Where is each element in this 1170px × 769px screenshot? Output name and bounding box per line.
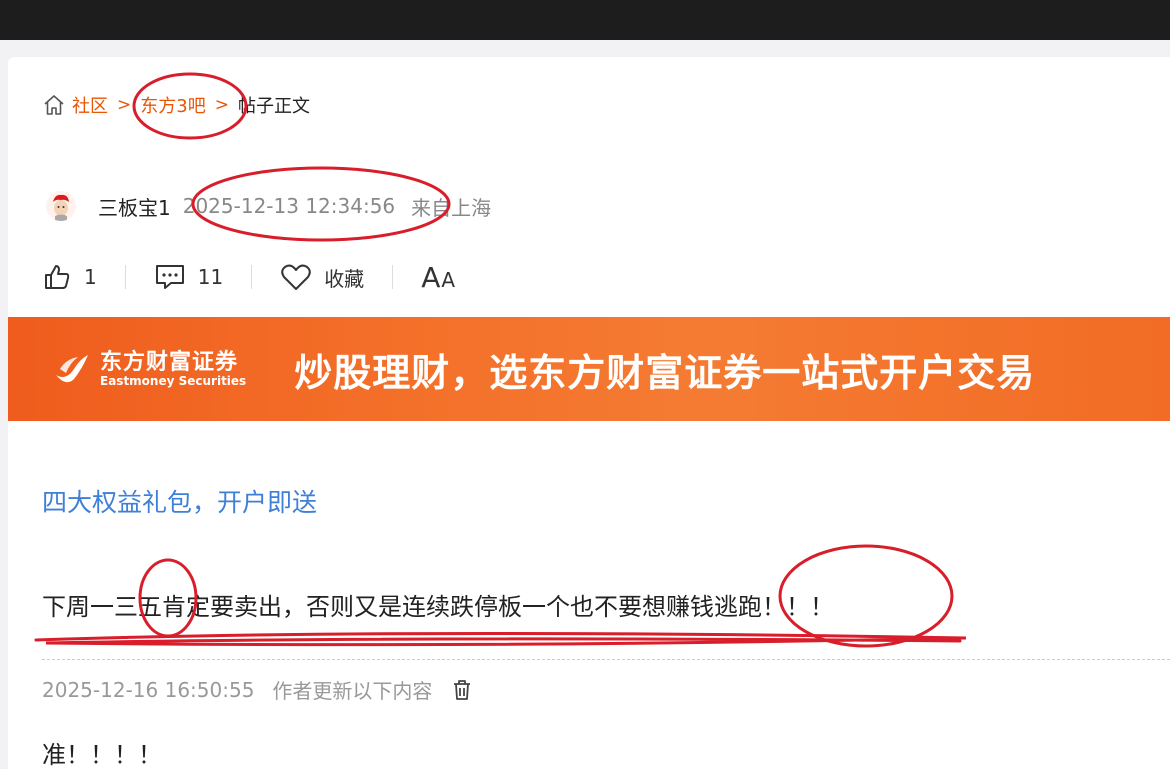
thumbs-up-icon <box>45 265 70 289</box>
avatar[interactable] <box>46 191 76 221</box>
font-size-small-label: A <box>441 267 457 292</box>
trash-icon[interactable] <box>452 679 472 701</box>
breadcrumb-current: 帖子正文 <box>237 96 310 117</box>
comment-button[interactable]: 11 <box>154 262 223 292</box>
breadcrumb: 社区 > 东方3吧 > 帖子正文 <box>42 93 310 117</box>
update-header: 2025-12-16 16:50:55 作者更新以下内容 <box>42 675 472 704</box>
top-bar <box>0 0 1170 40</box>
update-label: 作者更新以下内容 <box>272 679 433 703</box>
breadcrumb-separator: > <box>214 95 229 115</box>
post-body: 下周一三五肯定要卖出，否则又是连续跌停板一个也不要想赚钱逃跑！！！ <box>42 593 834 621</box>
update-text: 准！！！！ <box>42 741 162 769</box>
breadcrumb-separator: > <box>117 95 132 115</box>
update-time: 2025-12-16 16:50:55 <box>42 677 255 702</box>
banner-logo: 东方财富证券 Eastmoney Securities <box>52 349 246 389</box>
font-size-toggle[interactable]: AA <box>421 261 456 294</box>
divider <box>392 265 394 289</box>
favorite-label: 收藏 <box>324 266 365 291</box>
divider <box>124 265 126 289</box>
banner-slogan: 炒股理财，选东方财富证券一站式开户交易 <box>294 350 1036 395</box>
author-name[interactable]: 三板宝1 <box>98 192 171 221</box>
home-icon[interactable] <box>42 93 66 117</box>
post-location: 来自上海 <box>411 195 492 220</box>
comment-icon <box>155 265 184 289</box>
font-size-large-label: A <box>421 260 442 294</box>
banner-brand-cn: 东方财富证券 <box>100 349 239 375</box>
promo-link[interactable]: 四大权益礼包，开户即送 <box>42 483 317 519</box>
favorite-button[interactable]: 收藏 <box>280 262 364 292</box>
divider <box>42 659 1170 660</box>
author-row: 三板宝1 2025-12-13 12:34:56 来自上海 <box>46 189 491 223</box>
action-row: 1 11 收藏 AA <box>42 257 456 297</box>
heart-icon <box>281 264 311 290</box>
breadcrumb-community-link[interactable]: 社区 <box>72 92 108 118</box>
banner-brand-en: Eastmoney Securities <box>100 374 247 388</box>
ad-banner[interactable]: 东方财富证券 Eastmoney Securities 炒股理财，选东方财富证券… <box>8 317 1170 421</box>
like-button[interactable]: 1 <box>42 262 97 292</box>
eastmoney-logo-icon <box>56 355 88 383</box>
like-count: 1 <box>84 265 97 289</box>
post-card: 社区 > 东方3吧 > 帖子正文 三板宝1 2025-12-13 12:34:5… <box>8 57 1170 769</box>
breadcrumb-forum-link[interactable]: 东方3吧 <box>140 92 205 118</box>
post-time: 2025-12-13 12:34:56 <box>182 194 396 218</box>
comment-count: 11 <box>197 265 224 289</box>
divider <box>251 265 253 289</box>
